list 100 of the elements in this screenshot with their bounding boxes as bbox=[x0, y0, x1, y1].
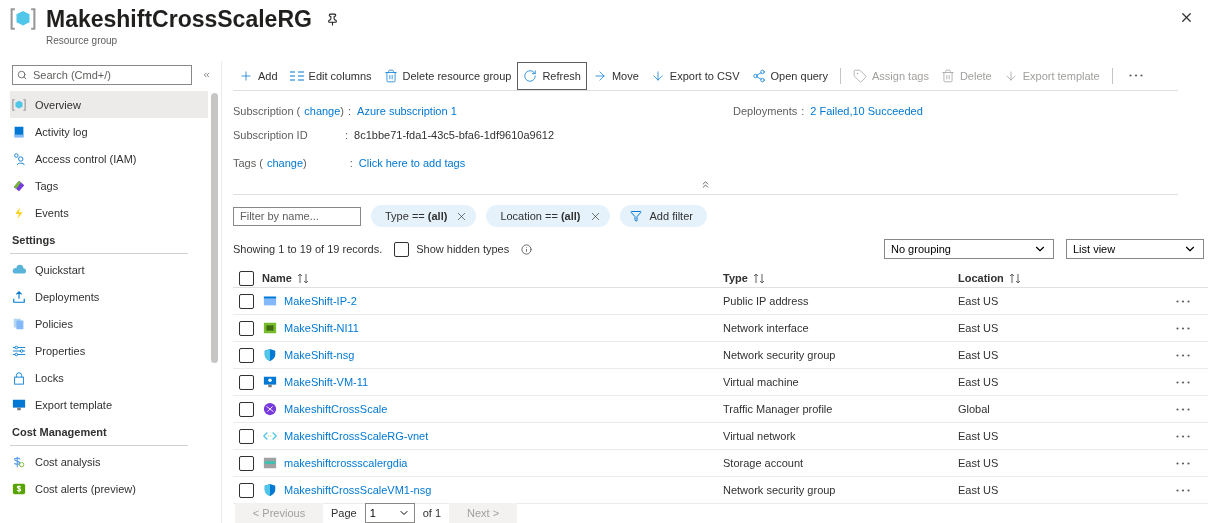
row-checkbox[interactable] bbox=[239, 320, 254, 336]
table-cell-text: East US bbox=[958, 457, 1000, 469]
more-icon bbox=[1176, 380, 1190, 384]
grouping-dropdown[interactable]: No grouping bbox=[884, 239, 1054, 260]
nav-label: Overview bbox=[35, 98, 81, 111]
nav-label: Cost analysis bbox=[35, 455, 101, 468]
search-field[interactable]: Search (Cmd+/) bbox=[12, 65, 192, 85]
nav-item[interactable]: Cost alerts (preview) bbox=[10, 475, 208, 502]
nav-item[interactable]: Deployments bbox=[10, 283, 208, 310]
field-label: Tags ( bbox=[233, 157, 263, 170]
nav-label: Tags bbox=[35, 179, 59, 192]
select-all-checkbox[interactable] bbox=[239, 270, 254, 286]
dollar-icon bbox=[12, 454, 26, 469]
nav-label: Export template bbox=[35, 398, 113, 411]
nav-item[interactable]: Tags bbox=[10, 172, 208, 199]
resource-link[interactable]: MakeShift-NI11 bbox=[284, 322, 359, 334]
tag-icon bbox=[853, 68, 868, 83]
add-filter-button[interactable]: Add filter bbox=[619, 205, 707, 228]
sort-icon bbox=[1008, 272, 1021, 284]
nav-item[interactable]: Overview bbox=[10, 91, 208, 118]
sort-icon bbox=[296, 272, 309, 284]
pin-icon[interactable] bbox=[325, 13, 339, 26]
cube-icon bbox=[10, 6, 36, 32]
column-header[interactable]: Location bbox=[958, 272, 1176, 285]
resource-link[interactable]: MakeshiftCrossScale bbox=[284, 403, 388, 415]
filter-icon bbox=[629, 210, 642, 223]
subscription-link[interactable]: Azure subscription 1 bbox=[357, 105, 457, 118]
nav-label: Policies bbox=[35, 317, 73, 330]
column-header[interactable]: Name bbox=[262, 272, 723, 285]
paren: ) bbox=[303, 157, 307, 170]
ip-icon bbox=[262, 294, 278, 308]
field-label: Subscription ID bbox=[233, 129, 309, 142]
toolbar-button[interactable]: Delete resource group bbox=[377, 61, 518, 90]
columns-icon bbox=[289, 70, 304, 81]
add-tags-link[interactable]: Click here to add tags bbox=[358, 157, 466, 170]
nav-label: Deployments bbox=[35, 290, 100, 303]
row-checkbox[interactable] bbox=[239, 293, 254, 309]
more-icon bbox=[1176, 461, 1190, 465]
deployments-link[interactable]: 2 Failed,10 Succeeded bbox=[810, 105, 923, 118]
nav-label: Locks bbox=[35, 371, 64, 384]
resource-link[interactable]: MakeShift-nsg bbox=[284, 349, 355, 361]
colon: : bbox=[348, 105, 352, 118]
nav-label: Cost alerts (preview) bbox=[35, 482, 136, 495]
filter-pill[interactable]: Type == (all) bbox=[371, 205, 477, 228]
row-checkbox[interactable] bbox=[239, 401, 254, 417]
nav-label: Properties bbox=[35, 344, 86, 357]
scrollbar[interactable] bbox=[211, 93, 218, 363]
row-checkbox[interactable] bbox=[239, 347, 254, 363]
network-card-icon bbox=[262, 321, 278, 335]
resource-link[interactable]: MakeShift-IP-2 bbox=[284, 295, 357, 307]
toolbar-button[interactable]: Open query bbox=[745, 61, 835, 90]
row-checkbox[interactable] bbox=[239, 428, 254, 444]
field-label: Deployments bbox=[733, 105, 798, 118]
toolbar-button[interactable]: Refresh bbox=[517, 61, 587, 90]
nav-item[interactable]: Events bbox=[10, 199, 208, 226]
paren: ) bbox=[340, 105, 345, 118]
nav-item[interactable]: Activity log bbox=[10, 118, 208, 145]
colon: : bbox=[801, 105, 805, 118]
more-icon bbox=[1176, 326, 1190, 330]
sort-icon bbox=[752, 272, 765, 284]
nav-label: Activity log bbox=[35, 125, 88, 138]
code-icon bbox=[262, 429, 278, 443]
view-dropdown[interactable]: List view bbox=[1066, 239, 1204, 260]
change-link[interactable]: change bbox=[304, 105, 341, 118]
row-checkbox[interactable] bbox=[239, 455, 254, 471]
row-checkbox[interactable] bbox=[239, 482, 254, 498]
nav-item[interactable]: Properties bbox=[10, 337, 208, 364]
resource-link[interactable]: MakeshiftCrossScaleRG-vnet bbox=[284, 430, 429, 442]
arrow-right-icon bbox=[592, 68, 607, 83]
filter-field[interactable]: Filter by name... bbox=[233, 206, 361, 226]
filter-pill[interactable]: Location == (all) bbox=[486, 205, 610, 228]
show-hidden-checkbox[interactable]: Show hidden types bbox=[394, 241, 510, 257]
resource-link[interactable]: MakeShift-VM-11 bbox=[284, 376, 369, 388]
more-icon bbox=[1176, 434, 1190, 438]
column-header[interactable]: Type bbox=[723, 272, 958, 285]
table-cell-text: East US bbox=[958, 376, 1000, 388]
nav-item[interactable]: Quickstart bbox=[10, 256, 208, 283]
info-icon[interactable] bbox=[521, 243, 533, 255]
nav-item[interactable]: Policies bbox=[10, 310, 208, 337]
toolbar-button[interactable]: Add bbox=[233, 61, 284, 90]
nav-item[interactable]: Export template bbox=[10, 391, 208, 418]
colon: : bbox=[345, 129, 349, 142]
more-icon bbox=[1176, 407, 1190, 411]
resource-link[interactable]: makeshiftcrossscalergdia bbox=[284, 457, 408, 469]
row-checkbox[interactable] bbox=[239, 374, 254, 390]
storage-icon bbox=[262, 456, 278, 470]
resource-link[interactable]: MakeshiftCrossScaleVM1-nsg bbox=[284, 484, 432, 496]
toolbar-button[interactable]: Export to CSV bbox=[644, 61, 746, 90]
page-dropdown[interactable]: 1 bbox=[364, 503, 415, 523]
table-cell-text: East US bbox=[958, 484, 1000, 496]
nav-label: Events bbox=[35, 206, 69, 219]
toolbar-button[interactable]: Move bbox=[586, 61, 645, 90]
field-label: Subscription ( bbox=[233, 105, 301, 118]
nav-item[interactable]: Cost analysis bbox=[10, 448, 208, 475]
nav-item[interactable]: Locks bbox=[10, 364, 208, 391]
colon: : bbox=[349, 157, 353, 170]
toolbar-button[interactable]: Edit columns bbox=[283, 61, 378, 90]
page-total: of 1 bbox=[422, 507, 442, 519]
nav-item[interactable]: Access control (IAM) bbox=[10, 145, 208, 172]
nodes-icon bbox=[751, 68, 766, 83]
